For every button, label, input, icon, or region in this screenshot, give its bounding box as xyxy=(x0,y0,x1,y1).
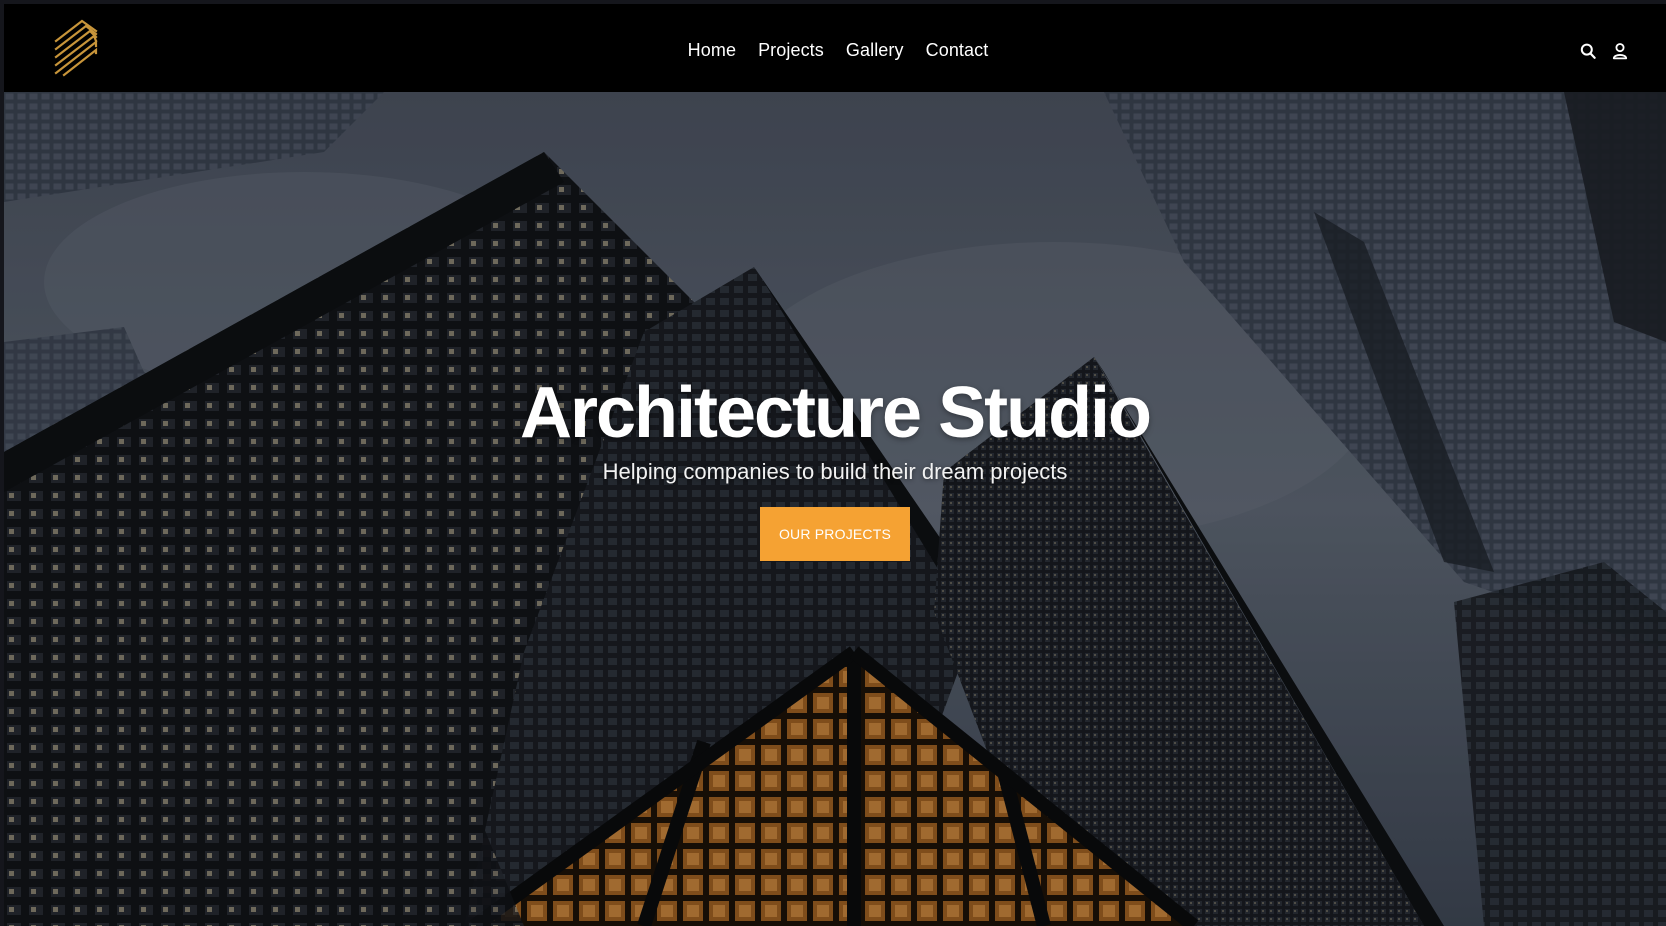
nav-projects[interactable]: Projects xyxy=(758,39,824,61)
hero-content: Architecture Studio Helping companies to… xyxy=(4,377,1666,561)
nav-home[interactable]: Home xyxy=(688,39,736,61)
hero-subtitle: Helping companies to build their dream p… xyxy=(602,459,1068,484)
hero-section: Architecture Studio Helping companies to… xyxy=(4,92,1666,926)
search-icon[interactable] xyxy=(1580,42,1596,60)
header-actions xyxy=(1580,42,1628,60)
hero-title: Architecture Studio xyxy=(519,373,1152,453)
nav-contact[interactable]: Contact xyxy=(926,39,989,61)
user-icon[interactable] xyxy=(1612,42,1628,60)
main-nav: Home Projects Gallery Contact xyxy=(4,39,1666,61)
browser-viewport: Home Projects Gallery Contact Architectu… xyxy=(4,4,1666,926)
site-header: Home Projects Gallery Contact xyxy=(4,4,1666,92)
nav-gallery[interactable]: Gallery xyxy=(846,39,904,61)
our-projects-button[interactable]: OUR PROJECTS xyxy=(760,507,910,561)
